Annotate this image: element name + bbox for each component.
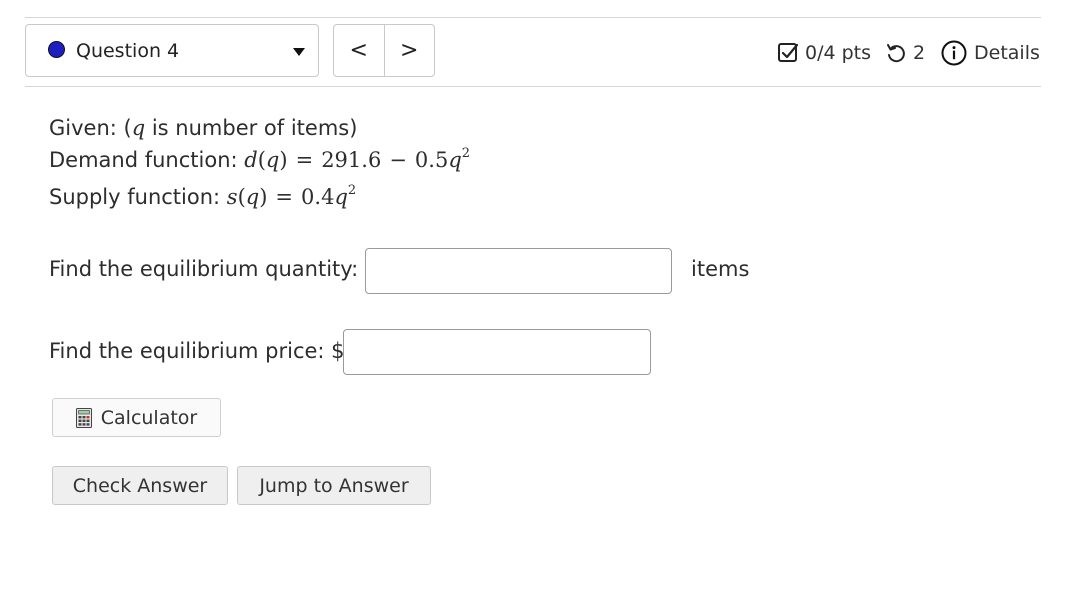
price-label: Find the equilibrium price: $: [49, 339, 345, 363]
calculator-icon: [75, 407, 92, 428]
quantity-label: Find the equilibrium quantity:: [49, 257, 359, 281]
details-link[interactable]: Details: [941, 38, 1040, 68]
supply-function-line: Supply function: s(q) = 0.4q2: [49, 183, 356, 211]
question-nav: < >: [333, 24, 435, 77]
demand-formula: d(q) = 291.6−0.5q2: [244, 146, 471, 172]
calculator-button[interactable]: Calculator: [52, 398, 221, 437]
previous-question-button[interactable]: <: [334, 25, 385, 76]
price-input[interactable]: [343, 329, 651, 375]
demand-function-line: Demand function: d(q) = 291.6−0.5q2: [49, 146, 470, 174]
attempts-display: 2: [885, 38, 925, 68]
header-divider: [25, 86, 1041, 87]
top-divider: [25, 17, 1041, 18]
checkbox-icon: [777, 42, 799, 64]
demand-label: Demand function:: [49, 148, 245, 172]
given-line: Given: (q is number of items): [49, 115, 357, 141]
info-icon: [941, 40, 967, 66]
given-suffix: is number of items): [145, 116, 358, 140]
given-variable: q: [131, 116, 146, 140]
check-answer-button[interactable]: Check Answer: [52, 466, 228, 505]
question-status-dot: [48, 41, 65, 58]
question-selector-label: Question 4: [76, 40, 180, 62]
points-display: 0/4 pts: [777, 38, 871, 68]
quantity-input[interactable]: [365, 248, 672, 294]
calculator-label: Calculator: [100, 406, 198, 429]
supply-formula: s(q) = 0.4q2: [226, 183, 357, 209]
next-question-button[interactable]: >: [385, 25, 435, 76]
jump-to-answer-button[interactable]: Jump to Answer: [237, 466, 431, 505]
details-text: Details: [974, 42, 1040, 64]
quantity-unit: items: [691, 257, 750, 281]
points-text: 0/4 pts: [805, 42, 872, 64]
question-selector[interactable]: Question 4: [25, 24, 319, 77]
supply-label: Supply function:: [49, 185, 227, 209]
retry-icon: [885, 42, 907, 64]
given-prefix: Given: (: [49, 116, 132, 140]
attempts-text: 2: [913, 42, 926, 64]
caret-down-icon: [293, 48, 305, 56]
